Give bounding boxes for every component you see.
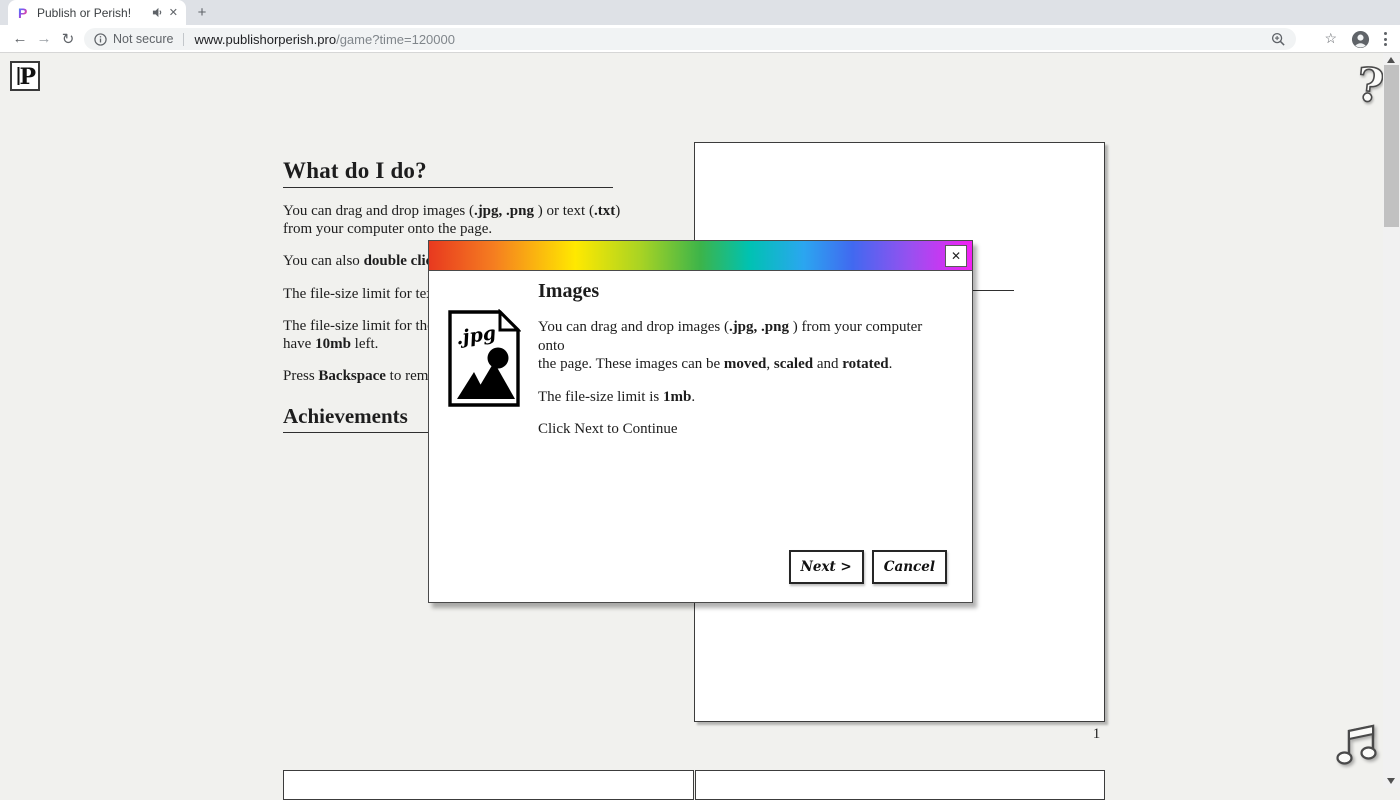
instruction-paragraph: You can drag and drop images (.jpg, .png… — [283, 203, 703, 238]
svg-text:?: ? — [1354, 63, 1386, 113]
url-domain: www.publishorperish.pro — [194, 32, 336, 47]
browser-toolbar: ← → ↻ Not secure www.publishorperish.pro… — [0, 25, 1400, 53]
tab-close-icon[interactable]: ✕ — [169, 6, 178, 19]
reload-icon[interactable]: ↻ — [56, 30, 80, 48]
cancel-button[interactable]: Cancel — [872, 550, 947, 584]
dialog-heading: Images — [538, 279, 943, 303]
game-canvas: P ? What do I do? You can drag and drop … — [0, 53, 1400, 788]
help-icon[interactable]: ? — [1352, 63, 1386, 126]
new-tab-button[interactable]: + — [192, 3, 212, 23]
page-number: 1 — [1088, 726, 1105, 743]
publish-or-perish-logo[interactable]: P — [10, 61, 40, 91]
images-tutorial-dialog: ✕ .jpg Images You can drag and drop imag… — [428, 240, 973, 603]
page-scrollbar[interactable] — [1383, 53, 1400, 788]
dialog-content: Images You can drag and drop images (.jp… — [538, 279, 943, 453]
document-page-2[interactable] — [283, 770, 694, 800]
scrollbar-down-arrow[interactable] — [1387, 778, 1395, 784]
menu-dots-icon[interactable] — [1384, 31, 1387, 47]
profile-avatar-icon[interactable] — [1351, 30, 1370, 49]
scrollbar-up-arrow[interactable] — [1387, 57, 1395, 63]
address-bar[interactable]: Not secure www.publishorperish.pro /game… — [84, 28, 1296, 50]
omnibox-divider — [183, 33, 184, 46]
browser-tab[interactable]: P Publish or Perish! ✕ — [8, 0, 186, 25]
dialog-paragraph: You can drag and drop images (.jpg, .png… — [538, 318, 943, 374]
dialog-close-button[interactable]: ✕ — [945, 245, 967, 267]
tab-audio-icon[interactable] — [152, 7, 163, 18]
bookmark-star-icon[interactable]: ☆ — [1324, 31, 1337, 48]
next-button[interactable]: Next > — [789, 550, 864, 584]
dialog-paragraph: Click Next to Continue — [538, 420, 943, 439]
svg-text:P: P — [20, 64, 37, 88]
url-path: /game?time=120000 — [336, 32, 455, 47]
info-icon[interactable] — [94, 33, 107, 46]
back-icon[interactable]: ← — [8, 30, 32, 47]
dialog-paragraph: The file-size limit is 1mb. — [538, 388, 943, 407]
image-file-icon: .jpg — [447, 309, 521, 413]
security-label: Not secure — [113, 32, 173, 46]
zoom-icon[interactable] — [1271, 32, 1286, 47]
browser-tab-strip: P Publish or Perish! ✕ + — [0, 0, 1400, 25]
svg-text:P: P — [18, 6, 27, 20]
forward-icon[interactable]: → — [32, 30, 56, 47]
document-page-3[interactable] — [695, 770, 1105, 800]
heading-rule — [283, 187, 613, 188]
dialog-rainbow-titlebar[interactable]: ✕ — [429, 241, 972, 271]
favicon-publish-or-perish: P — [16, 6, 30, 20]
scrollbar-thumb[interactable] — [1384, 65, 1399, 227]
logo-p-icon: P — [13, 64, 37, 88]
music-toggle-icon[interactable] — [1335, 718, 1379, 773]
tab-title: Publish or Perish! — [37, 6, 152, 20]
instructions-heading: What do I do? — [283, 158, 703, 184]
close-icon: ✕ — [951, 249, 961, 263]
